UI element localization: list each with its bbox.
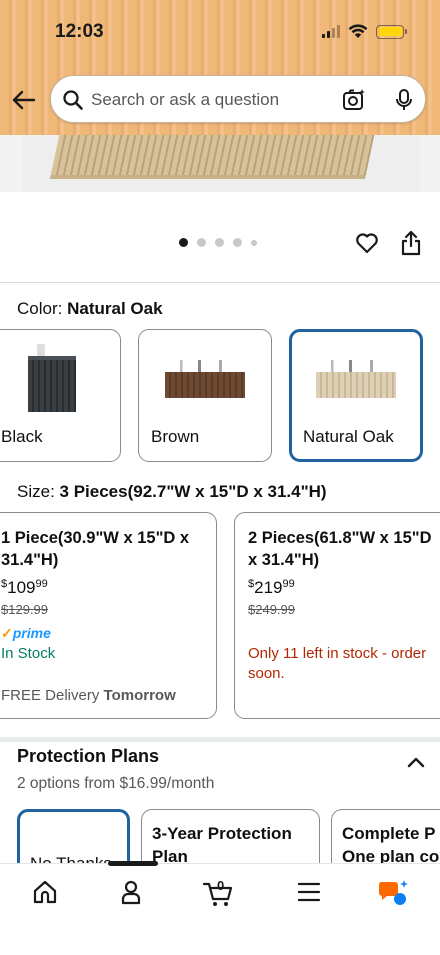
carousel-dot[interactable] bbox=[197, 238, 206, 247]
size-option-title: 2 Pieces(61.8"W x 15"D x 31.4"H) bbox=[248, 527, 432, 571]
heart-icon[interactable] bbox=[354, 230, 380, 256]
search-icon bbox=[63, 90, 83, 110]
color-option-label: Natural Oak bbox=[303, 427, 394, 446]
color-label-text: Color: bbox=[17, 299, 63, 318]
carousel-dot[interactable] bbox=[233, 238, 242, 247]
price-whole: 109 bbox=[7, 578, 36, 597]
natural-oak-cabinet-image bbox=[316, 372, 396, 398]
carousel-dots[interactable] bbox=[179, 238, 257, 247]
microphone-icon[interactable] bbox=[393, 87, 415, 113]
chevron-up-icon[interactable] bbox=[406, 755, 426, 769]
carousel-dot[interactable] bbox=[215, 238, 224, 247]
black-cabinet-image bbox=[28, 356, 76, 412]
status-icons bbox=[322, 24, 407, 39]
delivery-info: FREE Delivery Tomorrow bbox=[1, 687, 176, 704]
availability: Only 11 left in stock - order soon. bbox=[248, 644, 426, 684]
delivery-prefix: FREE Delivery bbox=[1, 687, 100, 704]
color-option-label: Brown bbox=[151, 427, 200, 446]
carousel-dot[interactable] bbox=[251, 239, 257, 246]
cart-button[interactable]: 0 bbox=[202, 878, 236, 908]
protection-option-line: Complete P bbox=[342, 824, 436, 843]
protection-plans-subtitle: 2 options from $16.99/month bbox=[17, 775, 215, 792]
list-price: $249.99 bbox=[248, 602, 295, 617]
battery-icon bbox=[376, 24, 407, 39]
protection-option-label: 3-Year Protection Plan bbox=[152, 822, 292, 868]
home-icon[interactable] bbox=[31, 878, 59, 906]
prime-label: prime bbox=[12, 625, 51, 641]
cart-count: 0 bbox=[217, 878, 225, 893]
decor-image bbox=[174, 360, 234, 372]
size-selected-value: 3 Pieces(92.7"W x 15"D x 31.4"H) bbox=[59, 482, 327, 501]
decor-image bbox=[37, 344, 45, 356]
size-title-line: 31.4"H) bbox=[1, 551, 59, 569]
search-bar[interactable] bbox=[50, 75, 426, 123]
camera-lens-icon[interactable] bbox=[341, 87, 367, 113]
price: $10999 bbox=[1, 578, 48, 598]
menu-icon[interactable] bbox=[296, 881, 322, 903]
price: $21999 bbox=[248, 578, 295, 598]
section-divider bbox=[0, 282, 440, 283]
protection-option-line: 3-Year Protection bbox=[152, 824, 292, 843]
availability-line: soon. bbox=[248, 665, 285, 682]
color-option-natural-oak[interactable]: Natural Oak bbox=[289, 329, 423, 462]
size-label: Size: 3 Pieces(92.7"W x 15"D x 31.4"H) bbox=[17, 482, 327, 502]
carousel-dot[interactable] bbox=[179, 238, 188, 247]
list-price: $129.99 bbox=[1, 602, 48, 617]
size-option-title: 1 Piece(30.9"W x 15"D x 31.4"H) bbox=[1, 527, 189, 571]
status-time: 12:03 bbox=[55, 21, 104, 42]
brown-cabinet-image bbox=[165, 372, 245, 398]
availability-line: Only 11 left in stock - order bbox=[248, 645, 427, 662]
size-title-line: x 31.4"H) bbox=[248, 551, 320, 569]
price-fraction: 99 bbox=[282, 578, 295, 590]
section-divider bbox=[0, 737, 440, 742]
color-option-brown[interactable]: Brown bbox=[138, 329, 272, 462]
protection-plans-title: Protection Plans bbox=[17, 746, 160, 766]
share-icon[interactable] bbox=[399, 229, 423, 257]
color-label: Color: Natural Oak bbox=[17, 299, 163, 319]
size-option-1-piece[interactable]: 1 Piece(30.9"W x 15"D x 31.4"H) $10999 $… bbox=[0, 512, 217, 719]
rufus-icon[interactable] bbox=[378, 878, 410, 908]
size-title-line: 2 Pieces(61.8"W x 15"D bbox=[248, 529, 432, 547]
decor-image bbox=[325, 360, 385, 372]
bottom-navigation: 0 bbox=[0, 863, 440, 955]
color-option-label: Black bbox=[1, 427, 43, 446]
size-option-2-pieces[interactable]: 2 Pieces(61.8"W x 15"D x 31.4"H) $21999 … bbox=[234, 512, 440, 719]
cabinet-image bbox=[50, 135, 375, 179]
product-image[interactable] bbox=[22, 135, 420, 192]
availability: In Stock bbox=[1, 645, 56, 662]
wifi-icon bbox=[348, 24, 368, 38]
prime-check-icon: ✓ bbox=[1, 625, 13, 641]
prime-badge: ✓prime bbox=[1, 625, 51, 642]
app-header: 12:03 bbox=[0, 0, 440, 135]
search-input[interactable] bbox=[91, 88, 331, 112]
color-option-black[interactable]: Black bbox=[0, 329, 121, 462]
cellular-signal-icon bbox=[322, 25, 340, 38]
price-whole: 219 bbox=[254, 578, 283, 597]
size-label-text: Size: bbox=[17, 482, 55, 501]
delivery-day: Tomorrow bbox=[103, 687, 176, 704]
back-arrow-icon[interactable] bbox=[10, 86, 38, 114]
protection-option-label: Complete P One plan co bbox=[342, 822, 439, 868]
color-selected-value: Natural Oak bbox=[67, 299, 163, 318]
home-indicator[interactable] bbox=[108, 861, 158, 866]
size-title-line: 1 Piece(30.9"W x 15"D x bbox=[1, 529, 190, 547]
price-fraction: 99 bbox=[35, 578, 48, 590]
account-icon[interactable] bbox=[118, 878, 144, 906]
